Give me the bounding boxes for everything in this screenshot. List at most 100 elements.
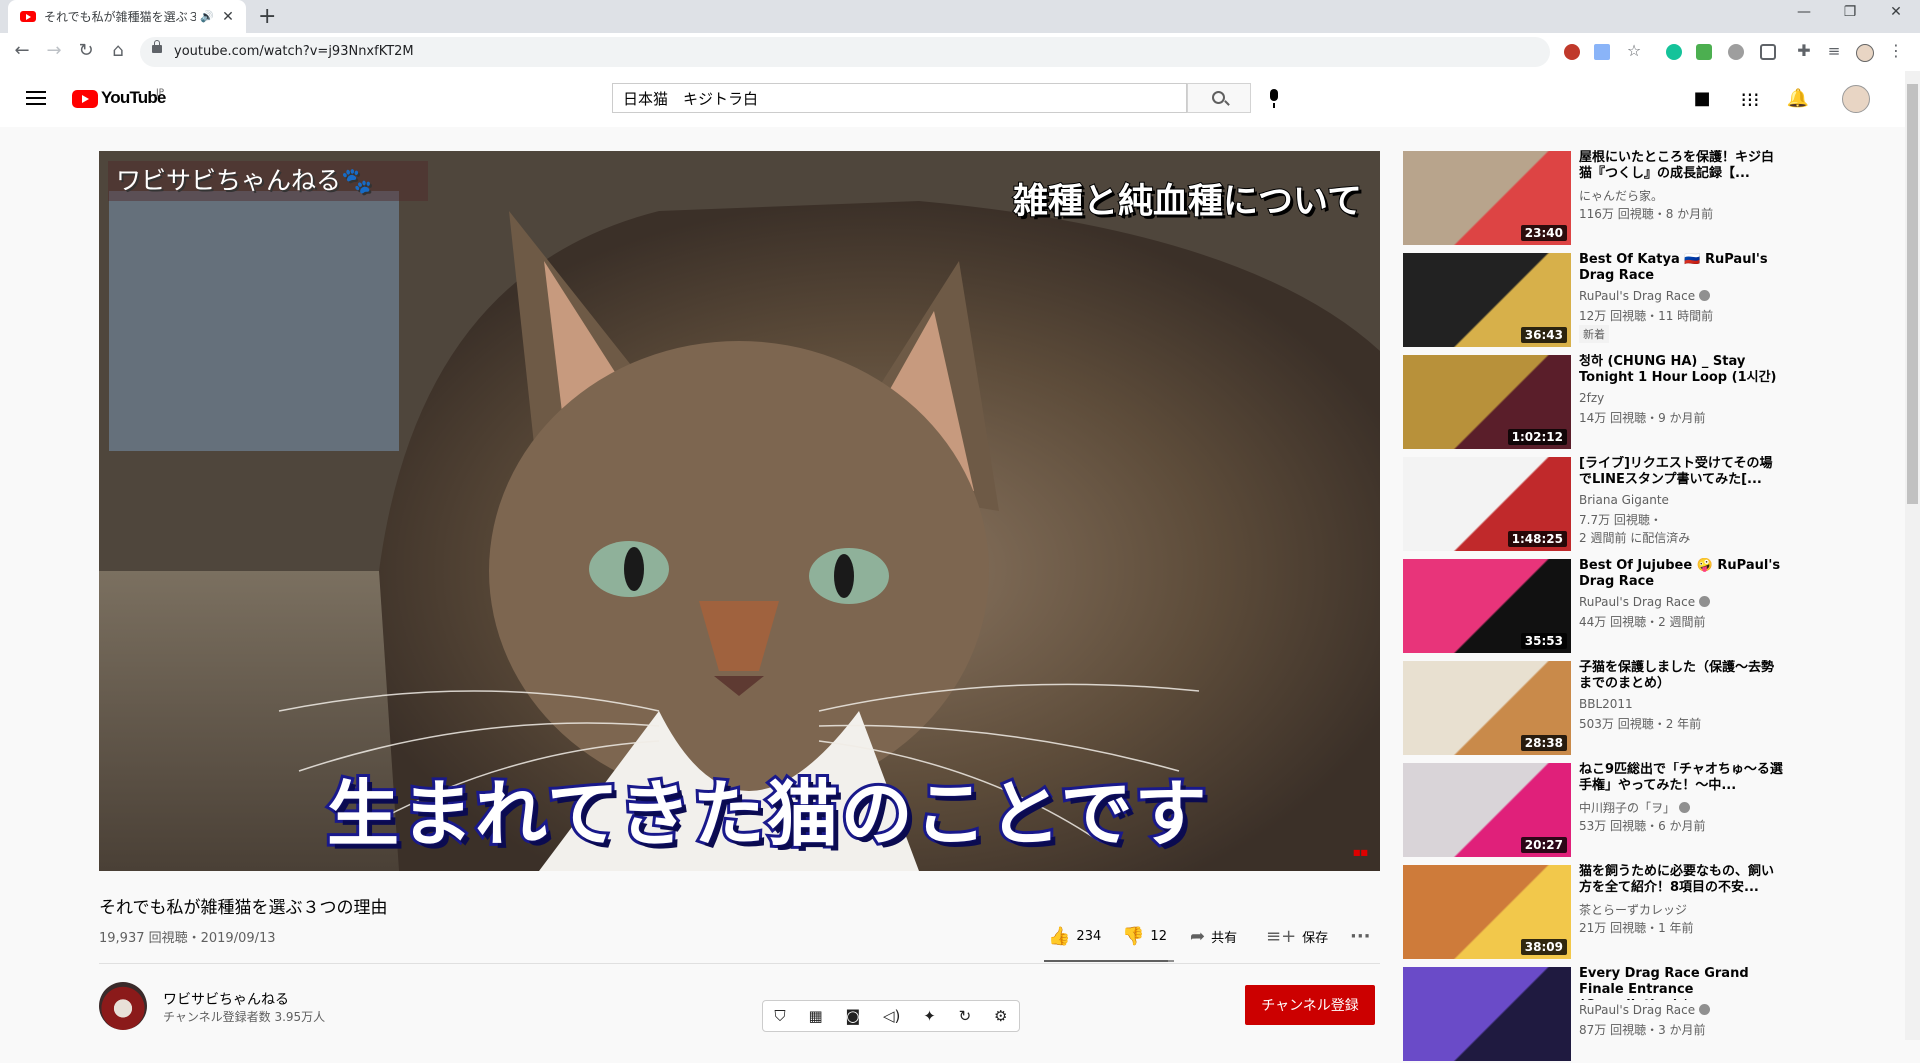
recommendation-extra: 2 週間前 に配信済み (1579, 531, 1691, 545)
shield-icon[interactable]: ⛉ (774, 1007, 785, 1025)
channel-avatar[interactable] (99, 982, 147, 1030)
video-thumbnail[interactable]: 1:02:12 (1403, 355, 1571, 449)
recommendation-title[interactable]: 屋根にいたところを保護！キジ白猫『つくし』の成長記録【... (1579, 150, 1784, 182)
video-view-count-date: 19,937 回視聴・2019/09/13 (99, 931, 276, 946)
menu-hamburger-icon[interactable] (26, 91, 46, 109)
voice-search-mic-icon[interactable] (1270, 89, 1278, 108)
recommendation-channel[interactable]: 中川翔子の「ヲ」 (1579, 799, 1691, 816)
recommendation-title[interactable]: 子猫を保護しました（保護〜去勢までのまとめ） (1579, 660, 1784, 692)
recommendation-channel[interactable]: RuPaul's Drag Race (1579, 289, 1711, 303)
duration-badge: 23:40 (1520, 225, 1567, 241)
new-badge: 新着 (1579, 325, 1609, 343)
recommendation-channel[interactable]: RuPaul's Drag Race (1579, 595, 1711, 609)
browser-menu-icon[interactable]: ⋮ (1884, 42, 1908, 60)
audio-playing-icon[interactable]: 🔊 (200, 10, 214, 23)
recommendation-title[interactable]: Best Of Jujubee 🤪 RuPaul's Drag Race (1579, 558, 1784, 590)
recommendation-title[interactable]: Best Of Katya 🇷🇺 RuPaul's Drag Race (1579, 252, 1784, 284)
search-input[interactable]: 日本猫 キジトラ白 (612, 83, 1187, 113)
home-icon[interactable]: ⌂ (106, 42, 130, 60)
recommendation-item[interactable]: 38:09 猫を飼うために必要なもの、飼い方を全て紹介！8項目の不安... 茶とらー… (1403, 864, 1903, 961)
extension-icon[interactable] (1760, 44, 1776, 60)
site-blocked-icon[interactable] (1564, 44, 1580, 60)
pin-icon[interactable]: ✦ (923, 1007, 936, 1025)
video-subtitle: 生まれてきた猫のことです (324, 769, 1210, 859)
loop-icon[interactable]: ↻ (959, 1007, 972, 1025)
video-thumbnail[interactable]: 20:27 (1403, 763, 1571, 857)
recommendation-channel[interactable]: Briana Gigante (1579, 493, 1669, 507)
youtube-logo-icon[interactable] (72, 90, 98, 108)
recommendation-item[interactable]: 1:02:12 청하 (CHUNG HA) _ Stay Tonight 1 Ho… (1403, 354, 1903, 451)
video-title: それでも私が雑種猫を選ぶ３つの理由 (99, 898, 388, 918)
video-corner-logo-icon: ■■ (1352, 848, 1368, 857)
recommendation-title[interactable]: 猫を飼うために必要なもの、飼い方を全て紹介！8項目の不安... (1579, 864, 1784, 896)
like-button[interactable]: 👍 234 (1048, 926, 1101, 947)
lock-icon[interactable] (152, 40, 162, 53)
subscribe-button[interactable]: チャンネル登録 (1245, 985, 1375, 1025)
browser-tab[interactable]: それでも私が雑種猫を選ぶ３つの 🔊 ✕ (8, 0, 246, 33)
extensions-puzzle-icon[interactable]: ✚ (1792, 42, 1816, 60)
new-tab-button[interactable]: + (258, 4, 276, 29)
close-tab-icon[interactable]: ✕ (220, 9, 236, 25)
recommendation-item[interactable]: 35:53 Best Of Jujubee 🤪 RuPaul's Drag Rac… (1403, 558, 1903, 655)
recommendation-title[interactable]: [ライブ]リクエスト受けてその場でLINEスタンプ書いてみた[... (1579, 456, 1784, 488)
page-scrollbar-thumb[interactable] (1907, 84, 1918, 504)
more-actions-icon[interactable]: ··· (1350, 926, 1371, 947)
recommendation-item[interactable]: 1:48:25 [ライブ]リクエスト受けてその場でLINEスタンプ書いてみた[..… (1403, 456, 1903, 553)
recommendation-channel[interactable]: 茶とらーずカレッジ (1579, 901, 1687, 918)
notifications-bell-icon[interactable]: 🔔 (1786, 88, 1810, 109)
search-button[interactable] (1187, 83, 1251, 113)
bookmark-star-icon[interactable]: ☆ (1622, 42, 1646, 60)
recommendation-item[interactable]: Every Drag Race Grand Finale Entrance (C… (1403, 966, 1903, 1063)
video-thumbnail[interactable] (1403, 967, 1571, 1061)
dislike-count: 12 (1150, 929, 1167, 944)
close-window-button[interactable]: ✕ (1876, 4, 1916, 20)
video-thumbnail[interactable]: 23:40 (1403, 151, 1571, 245)
settings-gears-icon[interactable]: ⚙ (994, 1007, 1007, 1025)
media-control-icon[interactable]: ≡ (1822, 42, 1846, 60)
video-thumbnail[interactable]: 28:38 (1403, 661, 1571, 755)
account-avatar[interactable] (1842, 85, 1870, 113)
url-text[interactable]: youtube.com/watch?v=j93NnxfKT2M (174, 44, 414, 59)
video-thumbnail[interactable]: 1:48:25 (1403, 457, 1571, 551)
forward-arrow-icon[interactable]: → (42, 42, 66, 60)
video-player[interactable]: ワビサビちゃんねる🐾 雑種と純血種について 生まれてきた猫のことです ■■ (99, 151, 1380, 871)
recommendation-channel[interactable]: BBL2011 (1579, 697, 1633, 711)
translate-icon[interactable] (1594, 44, 1610, 60)
recommendation-item[interactable]: 23:40 屋根にいたところを保護！キジ白猫『つくし』の成長記録【... にゃんだら… (1403, 150, 1903, 247)
volume-icon[interactable]: ◁) (883, 1007, 900, 1025)
recommendation-stats: 503万 回視聴・2 年前 (1579, 717, 1702, 731)
extension-icon[interactable] (1696, 44, 1712, 60)
save-button[interactable]: ≡+ 保存 (1266, 926, 1328, 947)
minimize-button[interactable]: — (1784, 4, 1824, 20)
recommendation-title[interactable]: Every Drag Race Grand Finale Entrance (C… (1579, 966, 1784, 1000)
video-thumbnail[interactable]: 35:53 (1403, 559, 1571, 653)
recommendation-item[interactable]: 20:27 ねこ9匹総出で「チャオちゅ〜る選手権」やってみた！〜中... 中川翔子の… (1403, 762, 1903, 859)
recommendation-title[interactable]: ねこ9匹総出で「チャオちゅ〜る選手権」やってみた！〜中... (1579, 762, 1784, 794)
video-thumbnail[interactable]: 38:09 (1403, 865, 1571, 959)
like-count: 234 (1076, 929, 1102, 944)
recommendation-item[interactable]: 36:43 Best Of Katya 🇷🇺 RuPaul's Drag Race… (1403, 252, 1903, 349)
apps-grid-icon[interactable]: ⁝⁝⁝ (1738, 88, 1762, 112)
recommendation-item[interactable]: 28:38 子猫を保護しました（保護〜去勢までのまとめ） BBL2011 503万 回… (1403, 660, 1903, 757)
dislike-button[interactable]: 👎 12 (1122, 926, 1167, 947)
profile-avatar-icon[interactable] (1856, 44, 1874, 62)
clapperboard-icon[interactable]: ▦ (809, 1007, 823, 1025)
video-thumbnail[interactable]: 36:43 (1403, 253, 1571, 347)
back-arrow-icon[interactable]: ← (10, 42, 34, 60)
screenshot-camera-icon[interactable]: ◙ (846, 1007, 861, 1025)
extension-icon[interactable] (1728, 44, 1744, 60)
reload-icon[interactable]: ↻ (74, 42, 98, 60)
recommendation-channel[interactable]: RuPaul's Drag Race (1579, 1003, 1711, 1017)
recommendation-title[interactable]: 청하 (CHUNG HA) _ Stay Tonight 1 Hour Loop… (1579, 354, 1784, 386)
channel-name[interactable]: ワビサビちゃんねる (163, 989, 289, 1009)
verified-check-icon (1679, 802, 1691, 813)
maximize-button[interactable]: ❐ (1830, 4, 1870, 20)
share-button[interactable]: ➦ 共有 (1190, 926, 1237, 947)
grammarly-extension-icon[interactable] (1666, 44, 1682, 60)
recommendation-stats: 44万 回視聴・2 週間前 (1579, 615, 1706, 629)
playlist-add-icon: ≡+ (1266, 926, 1297, 947)
create-video-icon[interactable]: ■ (1690, 88, 1714, 109)
recommendation-channel[interactable]: にゃんだら家。 (1579, 187, 1663, 204)
recommendation-channel[interactable]: 2fzy (1579, 391, 1604, 405)
recommendation-stats: 87万 回視聴・3 か月前 (1579, 1023, 1706, 1037)
